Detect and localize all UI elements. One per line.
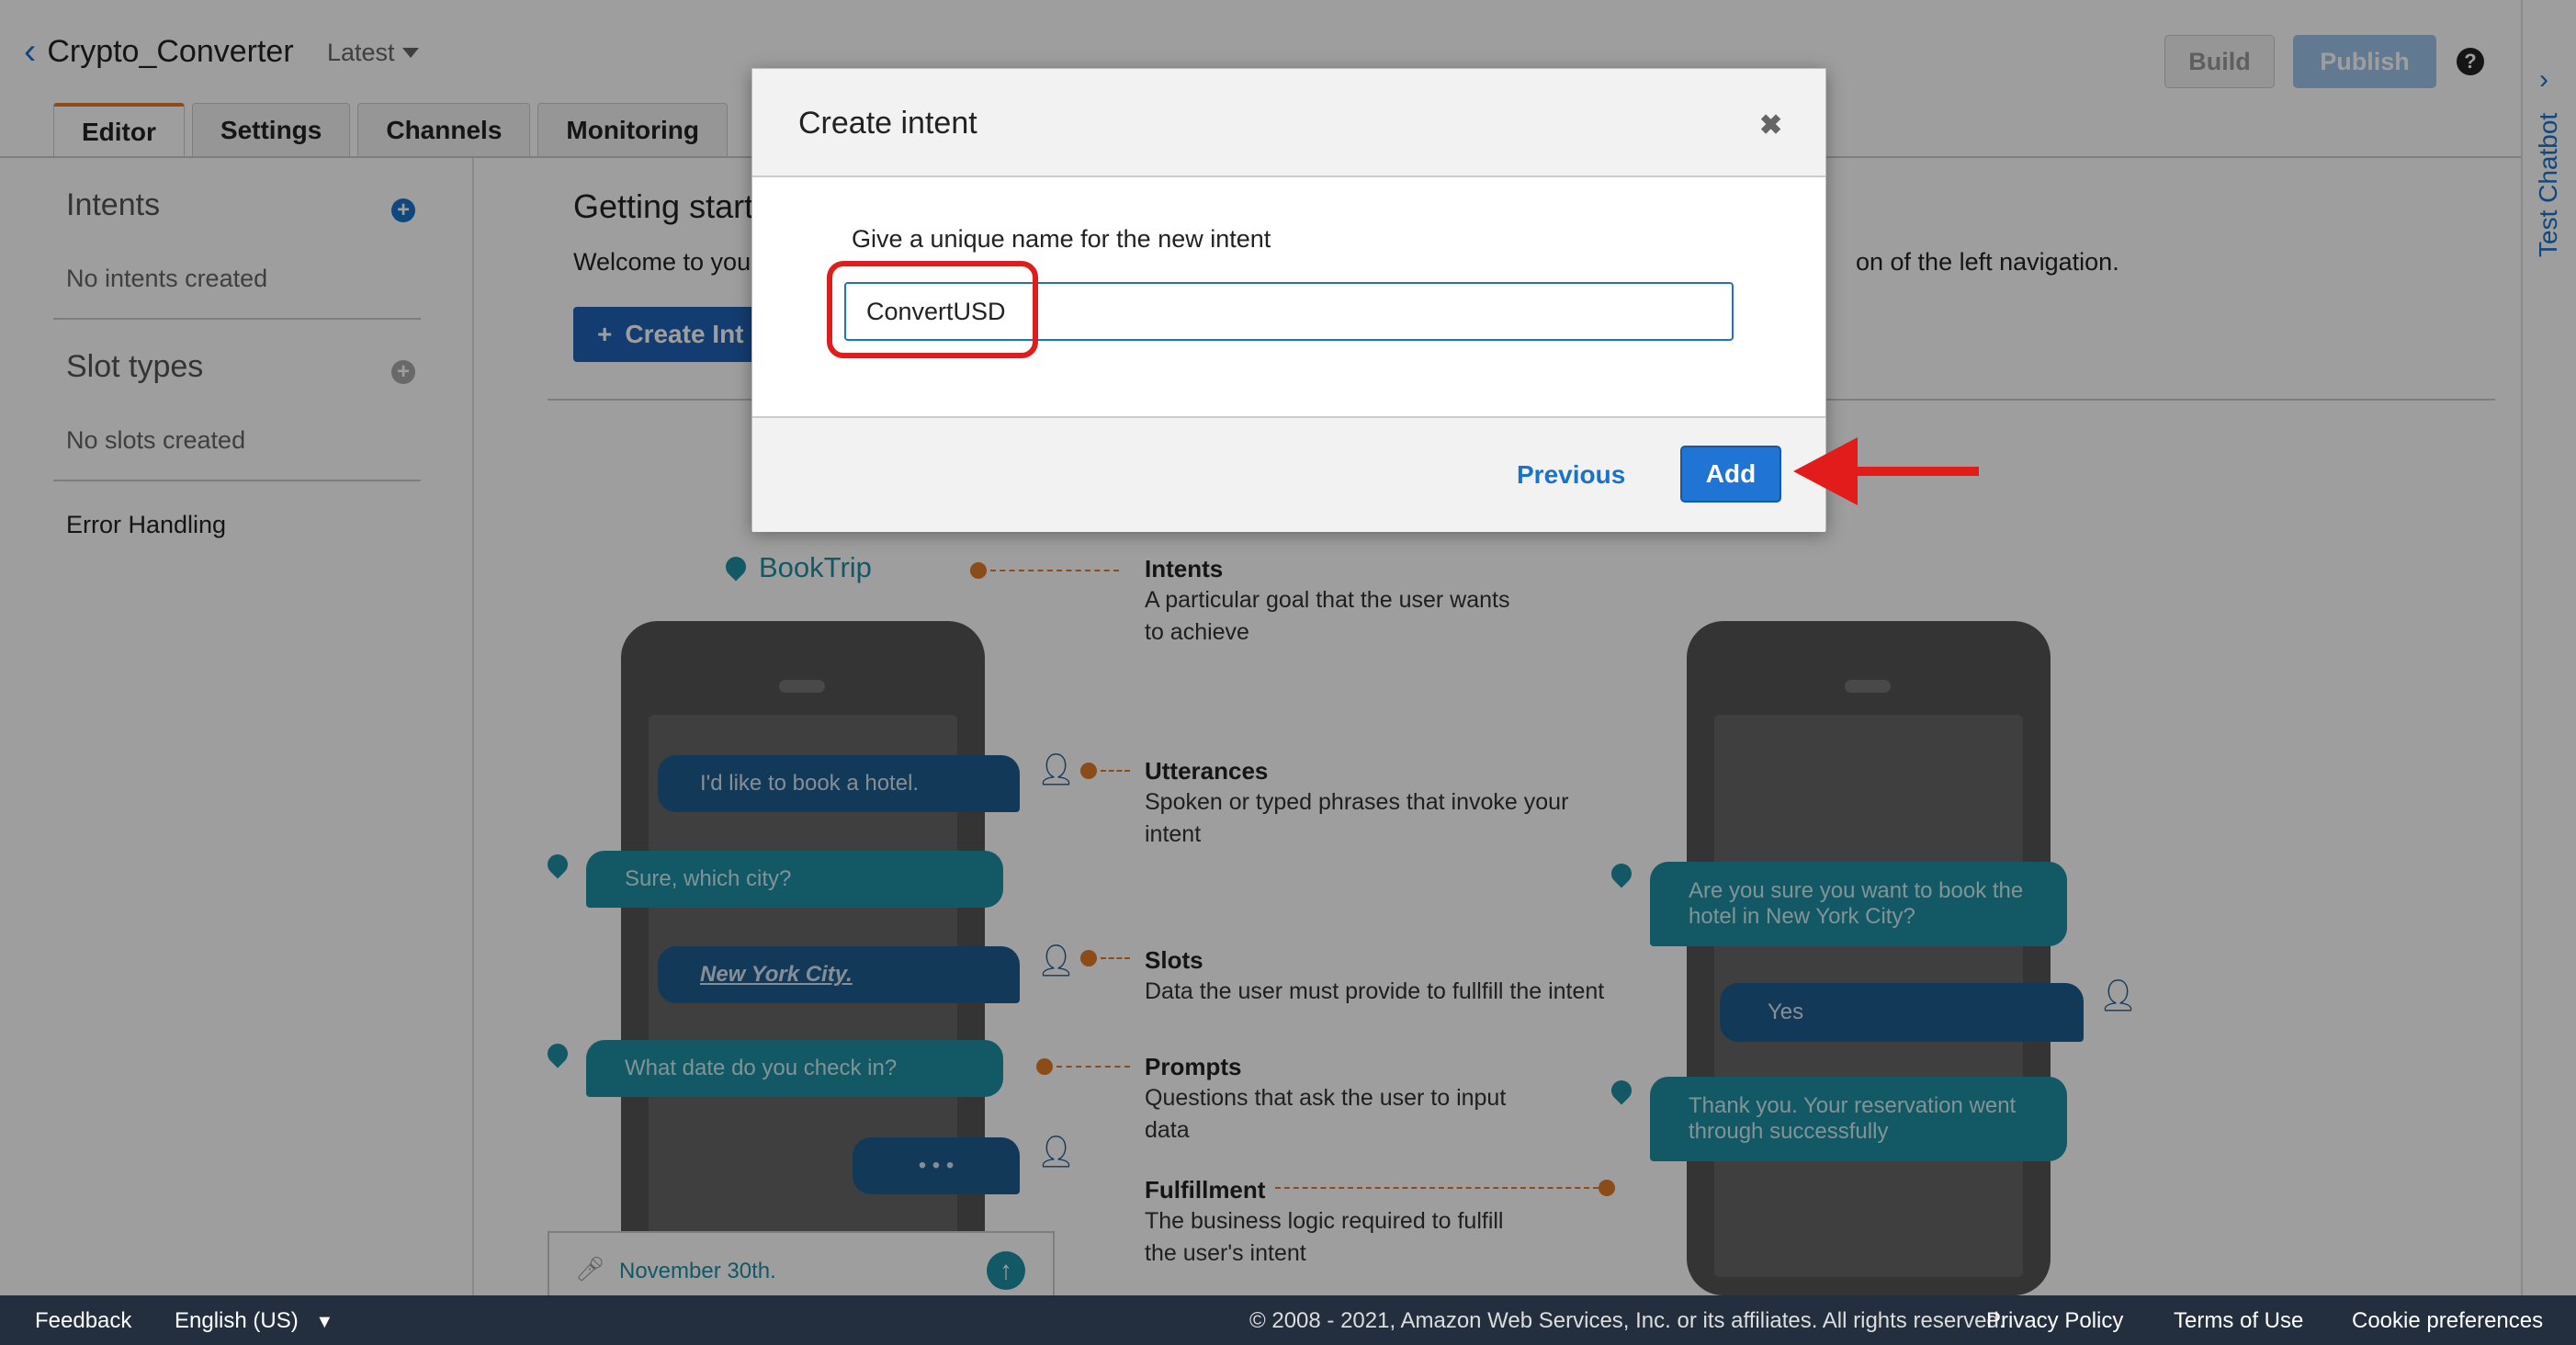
language-label: English (US) — [175, 1308, 299, 1333]
caret-down-icon: ▼ — [315, 1312, 334, 1332]
modal-footer — [752, 416, 1825, 532]
arrow-annotation-shaft — [1847, 467, 1979, 476]
modal-title: Create intent — [798, 106, 977, 141]
close-icon[interactable]: ✖ — [1759, 109, 1782, 141]
terms-of-use-link[interactable]: Terms of Use — [2174, 1308, 2303, 1334]
add-button[interactable]: Add — [1680, 446, 1781, 503]
previous-button[interactable]: Previous — [1517, 460, 1625, 490]
footer-bar: Feedback English (US) ▼ © 2008 - 2021, A… — [0, 1295, 2576, 1345]
highlight-annotation — [827, 261, 1038, 358]
language-selector[interactable]: English (US) ▼ — [175, 1308, 333, 1334]
privacy-policy-link[interactable]: Privacy Policy — [1986, 1308, 2123, 1334]
feedback-link[interactable]: Feedback — [35, 1308, 131, 1334]
copyright-text: © 2008 - 2021, Amazon Web Services, Inc.… — [1249, 1308, 2005, 1333]
cookie-preferences-link[interactable]: Cookie preferences — [2352, 1308, 2543, 1334]
intent-name-label: Give a unique name for the new intent — [852, 225, 1271, 253]
